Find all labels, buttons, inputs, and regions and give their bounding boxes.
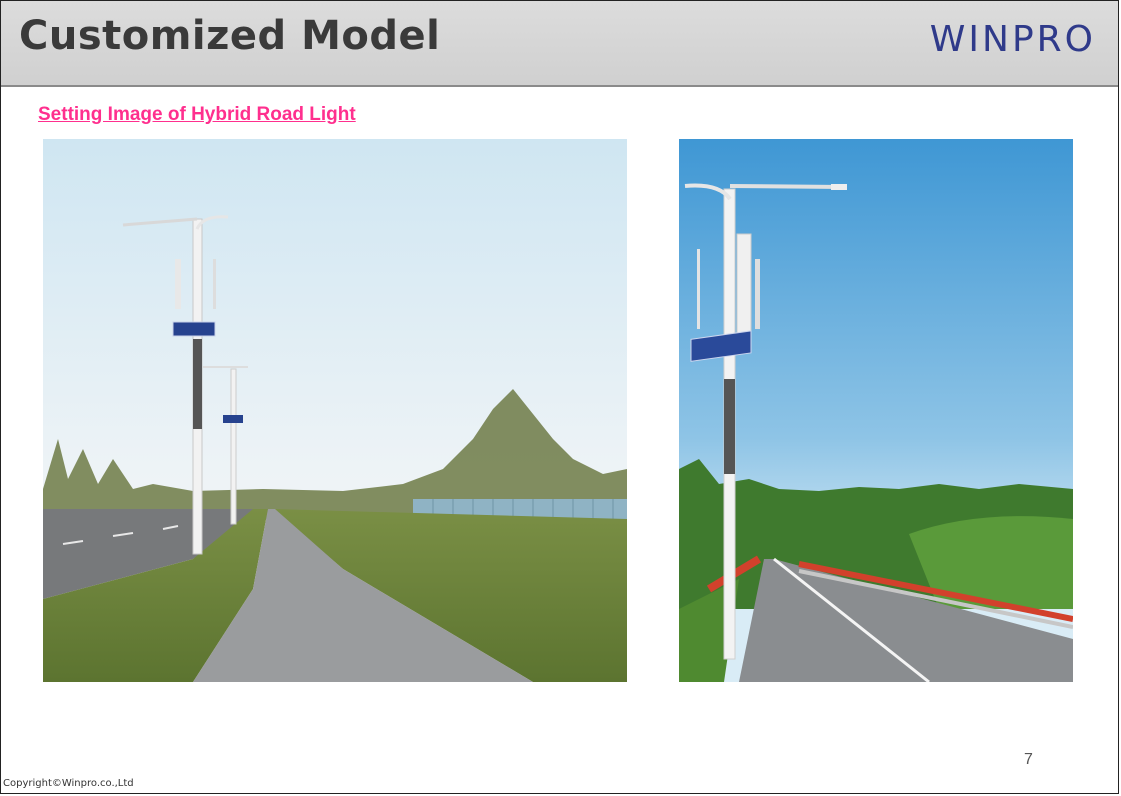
slide-header: Customized Model WINPRO (1, 1, 1118, 87)
slide: Customized Model WINPRO Setting Image of… (0, 0, 1119, 794)
slide-title: Customized Model (19, 13, 441, 59)
road-light-photo-right (679, 139, 1073, 682)
road-light-photo-left (43, 139, 627, 682)
copyright-text: Copyright©Winpro.co.,Ltd (3, 778, 134, 789)
section-subtitle: Setting Image of Hybrid Road Light (38, 104, 356, 125)
page-number: 7 (1024, 751, 1033, 768)
brand-logo: WINPRO (929, 19, 1096, 60)
